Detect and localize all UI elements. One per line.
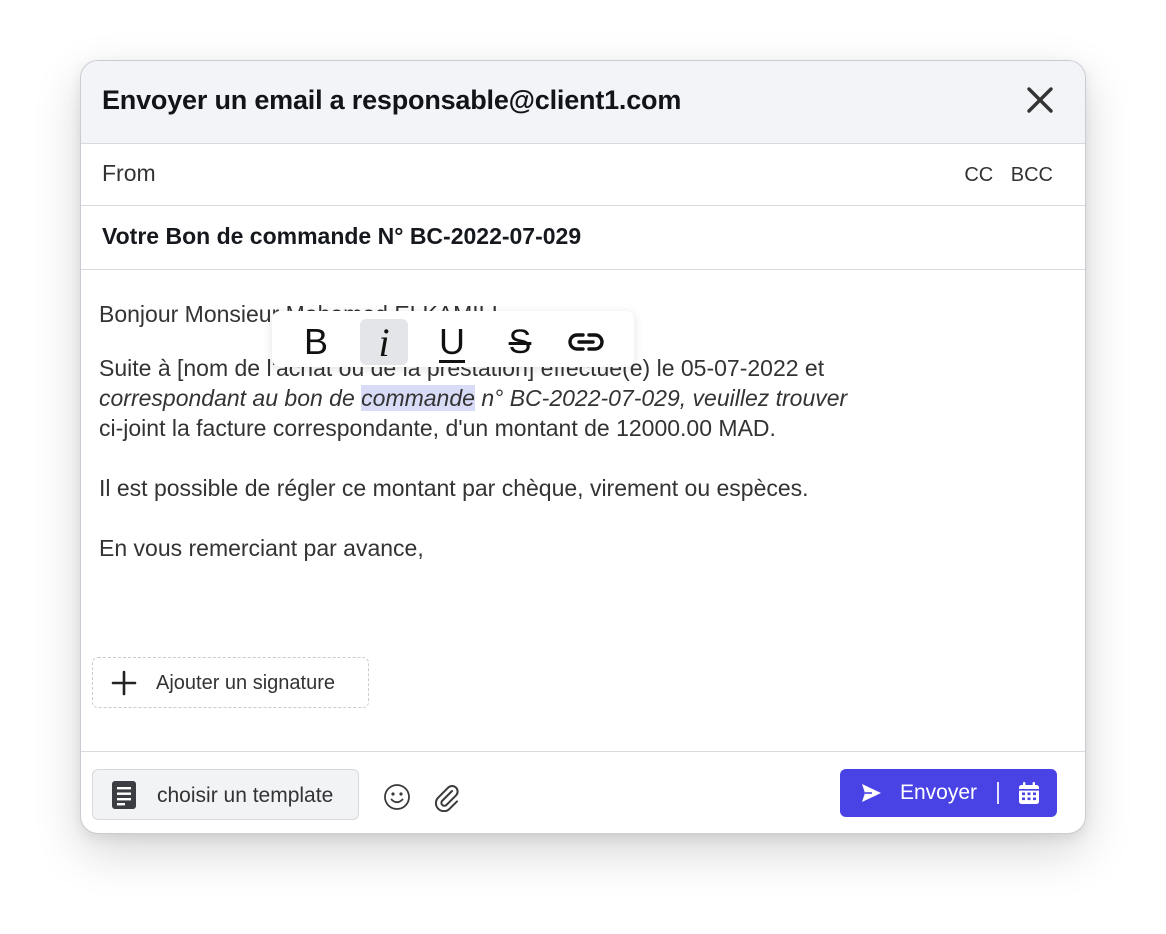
strikethrough-button[interactable]: S [496, 319, 544, 365]
dialog-header: Envoyer un email a responsable@client1.c… [81, 61, 1085, 144]
body-line-2-pre: correspondant au bon de [99, 385, 362, 411]
bold-label: B [303, 321, 328, 362]
subject-field[interactable]: Votre Bon de commande N° BC-2022-07-029 [102, 223, 581, 250]
body-line-3: ci-joint la facture correspondante, d'un… [99, 415, 776, 441]
strikethrough-label: S [508, 322, 532, 361]
italic-button[interactable]: i [360, 319, 408, 365]
choose-template-label: choisir un template [157, 784, 334, 807]
calendar-icon[interactable] [1018, 781, 1040, 805]
selected-text: commande [361, 385, 475, 411]
body-line-2-post: n° BC-2022-07-029, veuillez trouver [474, 385, 848, 411]
from-row[interactable]: From CC BCC [81, 144, 1085, 206]
document-icon [112, 781, 136, 809]
attach-button[interactable] [431, 782, 461, 813]
paperclip-icon [434, 785, 459, 813]
from-label: From [102, 160, 156, 186]
send-button[interactable]: Envoyer [840, 769, 1057, 817]
choose-template-button[interactable]: choisir un template [92, 769, 359, 820]
format-toolbar: B i U S [272, 311, 634, 367]
send-label: Envoyer [900, 781, 978, 804]
close-button[interactable] [1023, 83, 1057, 117]
emoji-button[interactable] [383, 783, 411, 811]
bold-button[interactable]: B [292, 319, 340, 365]
cc-button[interactable]: CC [964, 164, 993, 186]
link-button[interactable] [562, 319, 610, 365]
bcc-button[interactable]: BCC [1011, 164, 1053, 186]
body-line-2: correspondant au bon de commande n° BC-2… [99, 383, 1045, 413]
link-icon [568, 333, 604, 351]
italic-label: i [378, 319, 390, 365]
email-compose-dialog: Envoyer un email a responsable@client1.c… [80, 60, 1086, 834]
underline-button[interactable]: U [428, 319, 476, 365]
send-divider [997, 782, 999, 804]
cc-bcc-group: CC BCC [952, 164, 1053, 187]
underline-label: U [439, 321, 465, 362]
compose-footer: choisir un template Envoyer [81, 751, 1085, 833]
body-line-4: Il est possible de régler ce montant par… [99, 475, 809, 501]
add-signature-button[interactable]: Ajouter un signature [92, 657, 369, 708]
add-signature-label: Ajouter un signature [156, 672, 336, 694]
smiley-icon [384, 784, 410, 810]
plus-icon [111, 670, 137, 696]
close-icon [1027, 87, 1053, 113]
subject-row[interactable]: Votre Bon de commande N° BC-2022-07-029 [81, 206, 1085, 270]
send-icon [862, 784, 881, 802]
body-line-5: En vous remerciant par avance, [99, 535, 424, 561]
dialog-title: Envoyer un email a responsable@client1.c… [102, 85, 682, 115]
